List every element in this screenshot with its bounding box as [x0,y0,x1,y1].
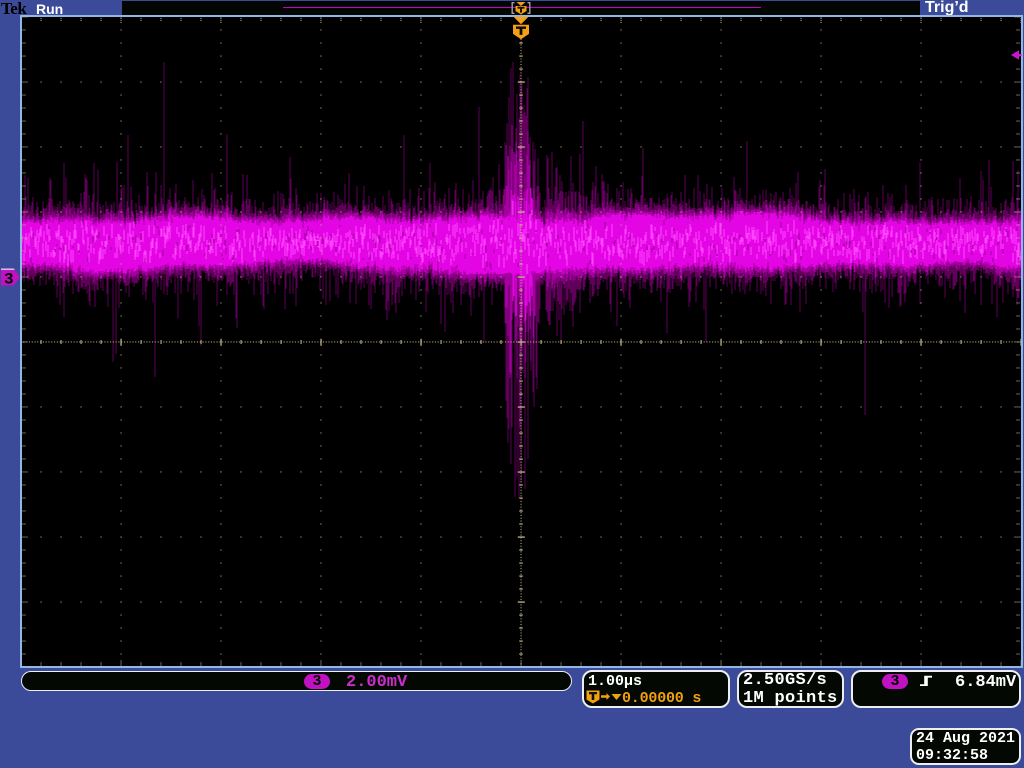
svg-text:3: 3 [4,271,14,289]
